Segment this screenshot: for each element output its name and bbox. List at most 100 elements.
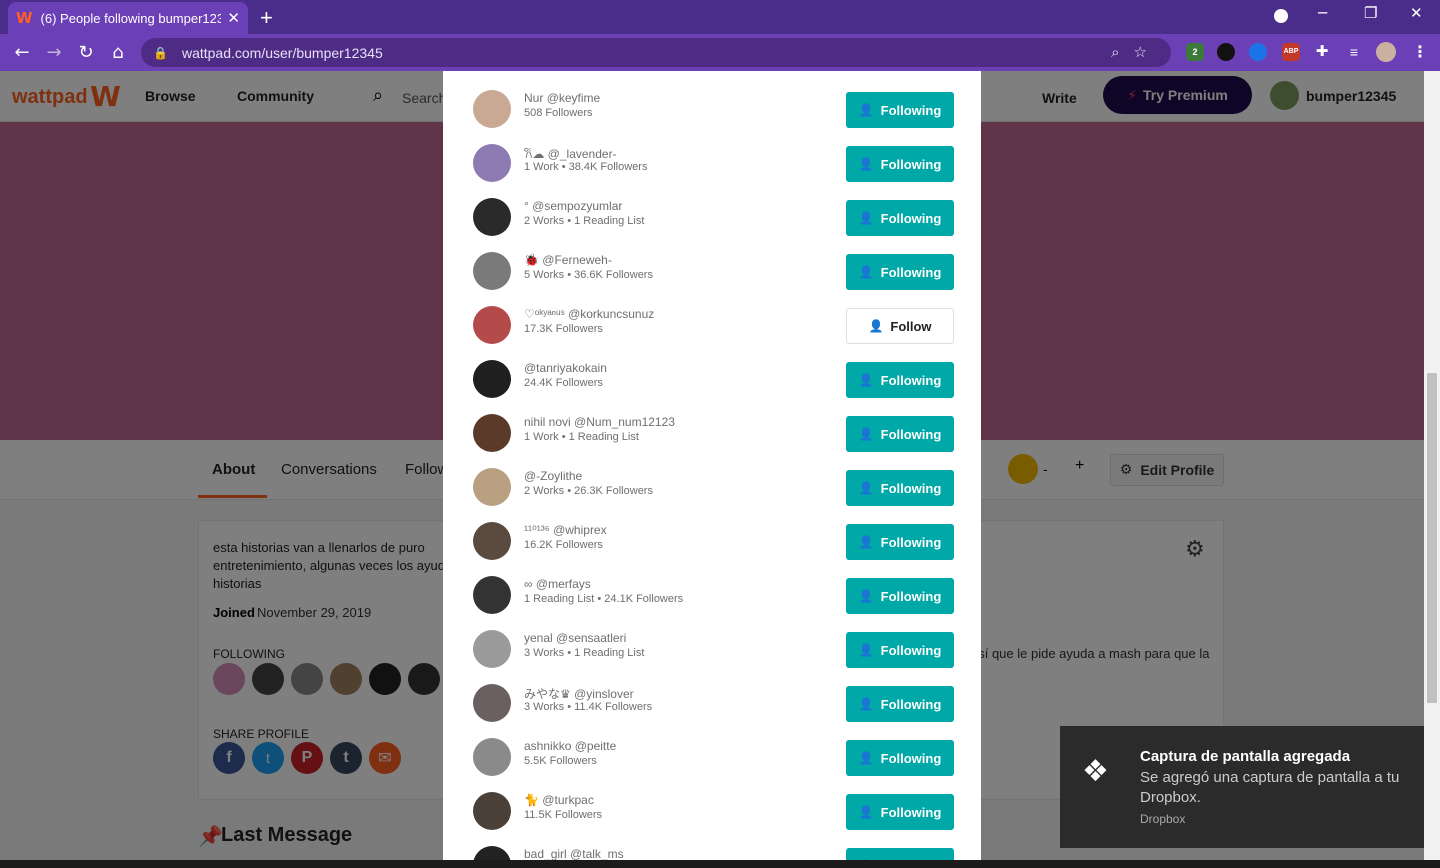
restore-icon[interactable]: ❐	[1364, 4, 1377, 22]
list-item[interactable]: @tanriyakokain 24.4K Followers 👤 Followin…	[443, 352, 981, 406]
forward-icon[interactable]: →	[38, 42, 70, 63]
follow-label: Following	[880, 210, 942, 226]
user-stats: 2 Works • 26.3K Followers	[524, 485, 653, 497]
follow-toggle-button[interactable]: 👤 Following	[846, 686, 954, 722]
user-avatar[interactable]	[473, 792, 511, 830]
reading-list-icon[interactable]: ≡	[1345, 43, 1363, 61]
user-stats: 16.2K Followers	[524, 539, 603, 551]
user-avatar[interactable]	[473, 198, 511, 236]
list-item[interactable]: 𐙚☁︎ @_lavender- 1 Work • 38.4K Followers…	[443, 136, 981, 190]
extension-icon[interactable]: 2	[1186, 43, 1204, 61]
user-name[interactable]: 🐈 @turkpac	[524, 793, 594, 807]
menu-kebab-icon[interactable]: ⋮	[1412, 42, 1428, 62]
follow-toggle-button[interactable]: 👤 Following	[846, 416, 954, 452]
user-name[interactable]: ¹¹⁰¹³⁶ @whiprex	[524, 523, 607, 537]
user-avatar[interactable]	[473, 630, 511, 668]
user-plus-icon: 👤	[858, 103, 874, 117]
zoom-and-bookmark-icons[interactable]: ⌕☆	[1111, 43, 1161, 61]
user-plus-icon: 👤	[858, 643, 874, 657]
user-name[interactable]: ° @sempozyumlar	[524, 199, 622, 213]
extension-bird-icon[interactable]	[1217, 43, 1235, 61]
follow-toggle-button[interactable]: 👤 Following	[846, 524, 954, 560]
user-name[interactable]: ♡ᵒᵏʸᵃⁿᵘˢ @korkuncsunuz	[524, 307, 654, 321]
user-name[interactable]: @-Zoylithe	[524, 469, 582, 483]
user-avatar[interactable]	[473, 468, 511, 506]
user-handle: @tanriyakokain	[524, 361, 607, 375]
follow-toggle-button[interactable]: 👤 Following	[846, 794, 954, 830]
user-plus-icon: 👤	[858, 589, 874, 603]
follow-toggle-button[interactable]: 👤 Following	[846, 254, 954, 290]
user-name[interactable]: yenal @sensaatleri	[524, 631, 626, 645]
profile-avatar[interactable]	[1376, 42, 1396, 62]
user-handle: @yinslover	[574, 687, 634, 701]
user-avatar[interactable]	[473, 90, 511, 128]
scrollbar-thumb[interactable]	[1427, 373, 1437, 703]
extensions-puzzle-icon[interactable]: ✚	[1313, 43, 1331, 61]
adblock-icon[interactable]: ABP	[1282, 43, 1300, 61]
user-avatar[interactable]	[473, 414, 511, 452]
follow-toggle-button[interactable]: 👤 Following	[846, 146, 954, 182]
minimize-icon[interactable]: ─	[1318, 4, 1327, 22]
user-handle: @_lavender-	[547, 147, 617, 161]
user-avatar[interactable]	[473, 738, 511, 776]
user-name[interactable]: ∞ @merfays	[524, 577, 591, 591]
list-item[interactable]: ♡ᵒᵏʸᵃⁿᵘˢ @korkuncsunuz 17.3K Followers 👤…	[443, 298, 981, 352]
list-item[interactable]: nihil novi @Num_num12123 1 Work • 1 Read…	[443, 406, 981, 460]
tab-search-icon[interactable]	[1274, 9, 1288, 23]
user-name[interactable]: みやな♛ @yinslover	[524, 685, 634, 702]
follow-toggle-button[interactable]: 👤 Follow	[846, 308, 954, 344]
follow-label: Following	[880, 804, 942, 820]
list-item[interactable]: 🐈 @turkpac 11.5K Followers 👤 Following	[443, 784, 981, 838]
extension-circle-icon[interactable]	[1249, 43, 1267, 61]
follow-toggle-button[interactable]: 👤 Following	[846, 632, 954, 668]
follow-label: Following	[880, 156, 942, 172]
close-tab-icon[interactable]: ✕	[227, 9, 240, 27]
user-avatar[interactable]	[473, 684, 511, 722]
reload-icon[interactable]: ↻	[70, 42, 102, 63]
user-name[interactable]: 🐞 @Ferneweh-	[524, 253, 612, 267]
follow-toggle-button[interactable]: 👤 Following	[846, 578, 954, 614]
address-bar[interactable]: 🔒 wattpad.com/user/bumper12345 ⌕☆	[141, 38, 1171, 67]
user-handle: @sempozyumlar	[532, 199, 623, 213]
user-name[interactable]: nihil novi @Num_num12123	[524, 415, 675, 429]
follow-toggle-button[interactable]: 👤 Following	[846, 362, 954, 398]
list-item[interactable]: Nur @keyfime 508 Followers 👤 Following	[443, 82, 981, 136]
back-icon[interactable]: ←	[6, 42, 38, 63]
user-avatar[interactable]	[473, 522, 511, 560]
user-stats: 508 Followers	[524, 107, 593, 119]
list-item[interactable]: bad_girl @talk_ms 👤Following	[443, 838, 981, 861]
list-item[interactable]: 🐞 @Ferneweh- 5 Works • 36.6K Followers 👤…	[443, 244, 981, 298]
wattpad-favicon-icon: W	[16, 9, 33, 27]
list-item[interactable]: yenal @sensaatleri 3 Works • 1 Reading L…	[443, 622, 981, 676]
user-name[interactable]: @tanriyakokain	[524, 361, 607, 375]
os-taskbar	[0, 860, 1440, 868]
user-avatar[interactable]	[473, 846, 511, 861]
follow-toggle-button[interactable]: 👤 Following	[846, 470, 954, 506]
list-item[interactable]: ashnikko @peitte 5.5K Followers 👤 Followi…	[443, 730, 981, 784]
follow-label: Following	[880, 696, 942, 712]
list-item[interactable]: ° @sempozyumlar 2 Works • 1 Reading List…	[443, 190, 981, 244]
list-item[interactable]: @-Zoylithe 2 Works • 26.3K Followers 👤 Fo…	[443, 460, 981, 514]
browser-tab[interactable]: W (6) People following bumper123 ✕	[8, 2, 248, 34]
dropbox-notification[interactable]: ❖ Captura de pantalla agregada Se agregó…	[1060, 726, 1424, 848]
user-name[interactable]: Nur @keyfime	[524, 91, 600, 105]
home-icon[interactable]: ⌂	[102, 42, 134, 63]
list-item[interactable]: ¹¹⁰¹³⁶ @whiprex 16.2K Followers 👤 Followi…	[443, 514, 981, 568]
user-name[interactable]: 𐙚☁︎ @_lavender-	[524, 145, 617, 162]
new-tab-button[interactable]: +	[260, 5, 273, 31]
follow-toggle-button[interactable]: 👤 Following	[846, 740, 954, 776]
user-avatar[interactable]	[473, 576, 511, 614]
list-item[interactable]: ∞ @merfays 1 Reading List • 24.1K Follow…	[443, 568, 981, 622]
user-avatar[interactable]	[473, 144, 511, 182]
window-close-icon[interactable]: ✕	[1410, 4, 1423, 22]
follow-toggle-button[interactable]: 👤 Following	[846, 92, 954, 128]
dropbox-icon: ❖	[1082, 754, 1109, 789]
list-item[interactable]: みやな♛ @yinslover 3 Works • 11.4K Follower…	[443, 676, 981, 730]
user-avatar[interactable]	[473, 252, 511, 290]
user-avatar[interactable]	[473, 306, 511, 344]
follow-toggle-button[interactable]: 👤 Following	[846, 200, 954, 236]
user-name[interactable]: ashnikko @peitte	[524, 739, 616, 753]
user-name[interactable]: bad_girl @talk_ms	[524, 847, 624, 861]
user-avatar[interactable]	[473, 360, 511, 398]
toast-body: Se agregó una captura de pantalla a tu D…	[1140, 769, 1400, 806]
